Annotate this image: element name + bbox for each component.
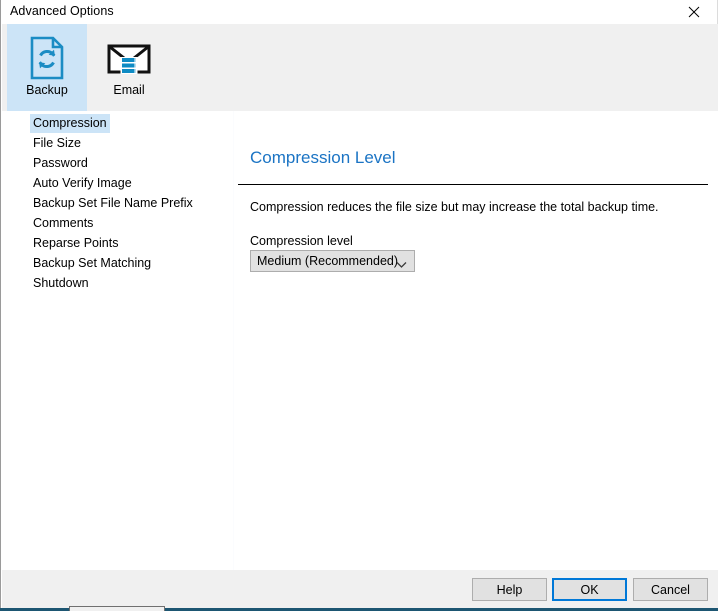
sidebar-item-comments[interactable]: Comments xyxy=(30,214,96,233)
compression-level-select[interactable]: Medium (Recommended) xyxy=(250,250,415,272)
ok-button[interactable]: OK xyxy=(552,578,627,601)
envelope-server-icon xyxy=(106,36,152,80)
advanced-options-dialog: Advanced Options Backup Email Compressio… xyxy=(0,0,718,611)
ribbon-tab-email-label: Email xyxy=(113,83,145,97)
page-title: Compression Level xyxy=(250,148,396,167)
title-divider xyxy=(238,184,708,185)
background-window-edge xyxy=(69,606,165,611)
sidebar-item-backup-set-matching[interactable]: Backup Set Matching xyxy=(30,254,154,273)
title-bar: Advanced Options xyxy=(1,0,717,24)
help-button[interactable]: Help xyxy=(472,578,547,601)
cancel-button[interactable]: Cancel xyxy=(633,578,708,601)
ribbon-tab-email[interactable]: Email xyxy=(89,24,169,111)
close-icon[interactable] xyxy=(671,0,717,24)
compression-settings-pane: Compression Level Compression reduces th… xyxy=(234,111,718,570)
window-title: Advanced Options xyxy=(10,4,114,18)
ribbon-tab-backup-label: Backup xyxy=(26,83,68,97)
document-sync-icon xyxy=(29,36,65,80)
dialog-footer: Help OK Cancel xyxy=(2,570,718,610)
sidebar-item-shutdown[interactable]: Shutdown xyxy=(30,274,92,293)
sidebar-item-reparse-points[interactable]: Reparse Points xyxy=(30,234,121,253)
compression-level-label: Compression level xyxy=(250,234,353,248)
ribbon-toolbar: Backup Email xyxy=(2,24,718,111)
compression-level-value: Medium (Recommended) xyxy=(257,254,399,268)
ribbon-tab-backup[interactable]: Backup xyxy=(7,24,87,111)
sidebar-item-file-size[interactable]: File Size xyxy=(30,134,84,153)
dialog-content: Compression File Size Password Auto Veri… xyxy=(2,111,718,570)
sidebar-item-compression[interactable]: Compression xyxy=(30,114,110,133)
sidebar-item-backup-set-file-name-prefix[interactable]: Backup Set File Name Prefix xyxy=(30,194,196,213)
sidebar-item-password[interactable]: Password xyxy=(30,154,91,173)
sidebar-item-auto-verify-image[interactable]: Auto Verify Image xyxy=(30,174,135,193)
page-description: Compression reduces the file size but ma… xyxy=(250,200,659,214)
chevron-down-icon xyxy=(396,258,407,268)
settings-nav-list: Compression File Size Password Auto Veri… xyxy=(2,111,234,570)
